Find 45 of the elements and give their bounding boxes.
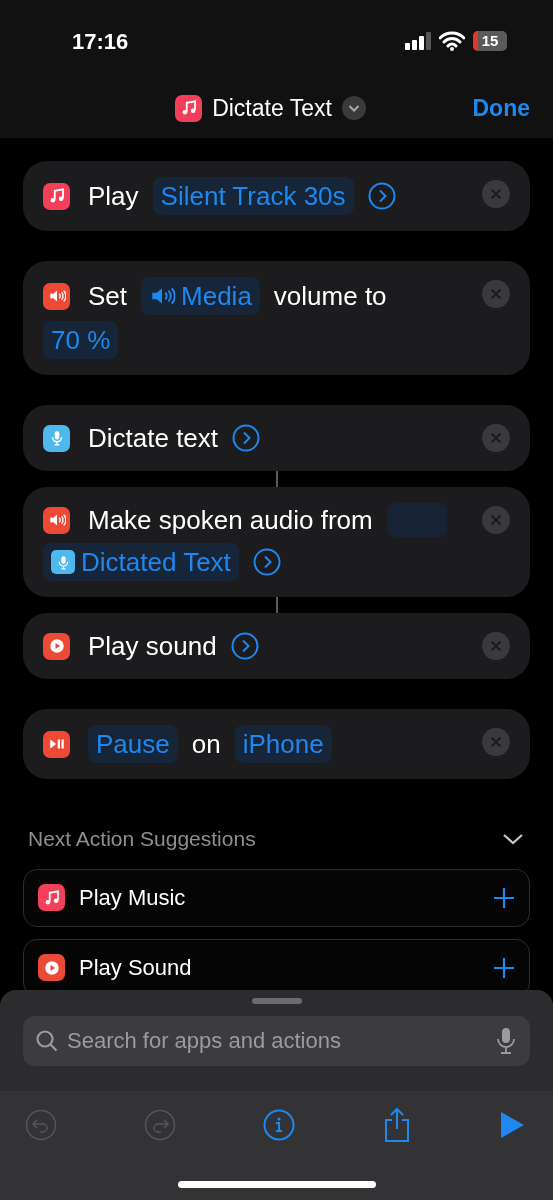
signal-icon	[405, 32, 431, 50]
parameter-token[interactable]: iPhone	[234, 725, 332, 763]
search-icon	[35, 1029, 59, 1053]
microphone-icon	[51, 550, 75, 574]
status-time: 17:16	[72, 27, 129, 56]
done-button[interactable]: Done	[472, 90, 530, 126]
chevron-circle-icon[interactable]	[367, 182, 396, 210]
suggestion-label: Play Sound	[79, 954, 193, 982]
action-text: Set	[88, 280, 128, 313]
action-text: Play	[88, 180, 139, 213]
parameter-token[interactable]: Silent Track 30s	[152, 177, 354, 215]
action-card[interactable]: Make spoken audio from Dictated Text	[23, 487, 530, 597]
action-card[interactable]: Set Media volume to 70 %	[23, 261, 530, 375]
chevron-circle-icon[interactable]	[252, 548, 281, 576]
search-field[interactable]: Search for apps and actions	[23, 1016, 530, 1066]
parameter-token[interactable]: 70 %	[43, 321, 119, 359]
suggestion-label: Play Music	[79, 884, 187, 912]
wifi-icon	[439, 31, 465, 51]
play-icon[interactable]	[499, 1111, 525, 1139]
microphone-icon[interactable]	[496, 1027, 516, 1055]
chevron-circle-icon[interactable]	[232, 424, 261, 452]
suggestion-row[interactable]: Play Music	[23, 868, 530, 927]
share-icon[interactable]	[382, 1107, 412, 1143]
action-text: on	[191, 728, 221, 761]
action-text: Play sound	[88, 630, 217, 663]
sheet-handle[interactable]	[251, 998, 302, 1004]
action-card[interactable]: Pause on iPhone	[23, 709, 530, 779]
shortcut-title[interactable]: Dictate Text	[212, 90, 332, 126]
action-card[interactable]: Play Silent Track 30s	[23, 161, 530, 231]
chevron-circle-icon[interactable]	[230, 632, 259, 660]
section-title: Next Action Suggestions	[28, 826, 256, 852]
battery-indicator: 15	[473, 31, 507, 51]
add-icon[interactable]	[493, 956, 515, 979]
parameter-token[interactable]: Pause	[88, 725, 178, 763]
add-icon[interactable]	[493, 886, 515, 909]
action-text: Make spoken audio from	[88, 504, 373, 537]
parameter-token[interactable]: Dictated Text	[43, 543, 239, 581]
action-text: volume to	[273, 280, 387, 313]
action-card[interactable]: Dictate text	[23, 405, 530, 471]
music-note-icon	[175, 94, 203, 122]
parameter-token[interactable]: Media	[141, 277, 260, 315]
action-text: Dictate text	[88, 422, 219, 455]
chevron-down-icon[interactable]	[341, 96, 366, 120]
info-icon[interactable]	[263, 1109, 295, 1141]
action-card[interactable]: Play sound	[23, 613, 530, 679]
